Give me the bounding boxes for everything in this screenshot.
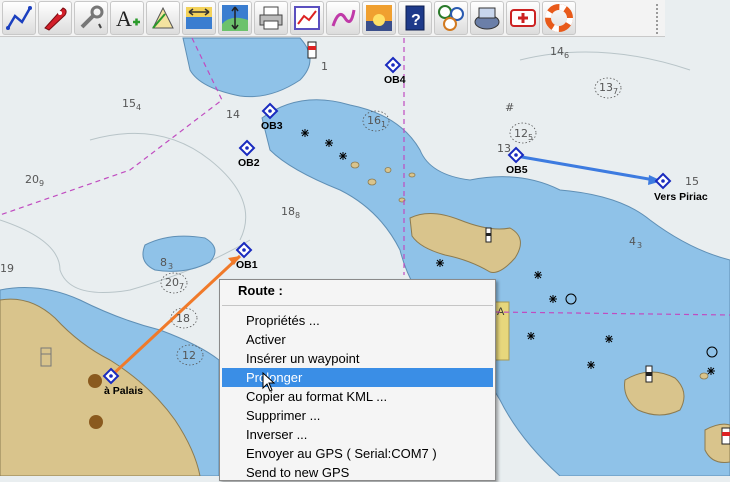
depth-sounding: 7 [613,87,618,96]
waypoint-center-dot [242,248,246,252]
depth-sounding: 19 [0,262,14,275]
route-icon[interactable] [2,1,36,35]
wrench-settings-icon[interactable] [74,1,108,35]
waypoint-center-dot [245,146,249,150]
waypoint-center-dot [661,179,665,183]
chart-graph-icon[interactable] [290,1,324,35]
depth-sounding: 8 [160,256,167,269]
waypoint-label: OB5 [506,164,528,176]
route-context-menu: Route : Propriétés ... Activer Insérer u… [219,279,496,481]
depth-sounding: 3 [637,241,642,250]
zoom-vertical-icon[interactable] [218,1,252,35]
waypoint-center-dot [109,374,113,378]
instruments-icon[interactable] [434,1,468,35]
main-toolbar: A ? [0,0,665,37]
wreck-hash-symbol: # [505,101,514,114]
depth-sounding: 7 [179,282,184,291]
help-book-icon[interactable]: ? [398,1,432,35]
svg-text:A: A [116,6,132,31]
svg-text:?: ? [411,12,421,29]
anchor-point [88,374,102,388]
depth-sounding: 8 [295,211,300,220]
track-draw-icon[interactable] [326,1,360,35]
waypoint-label: OB3 [261,120,283,132]
depth-sounding: 18 [281,205,295,218]
depth-sounding: 4 [136,103,141,112]
depth-sounding: 4 [629,235,636,248]
waypoint-label: OB1 [236,259,258,271]
beacon-icon [645,365,653,383]
context-menu-title: Route : [238,283,283,298]
zoom-horizontal-icon[interactable] [182,1,216,35]
depth-sounding: 18 [176,312,190,325]
lifebuoy-icon[interactable] [542,1,576,35]
depth-sounding: 15 [122,97,136,110]
menu-item-send-gps[interactable]: Envoyer au GPS ( Serial:COM7 ) [220,444,495,463]
menu-separator [222,305,493,306]
beacon-icon [485,227,492,243]
depth-sounding: 3 [168,262,173,271]
depth-sounding: 12 [182,349,196,362]
depth-sounding: 9 [39,179,44,188]
menu-item-reverse[interactable]: Inverser ... [220,425,495,444]
waypoint-label: OB2 [238,157,260,169]
depth-sounding: 14 [550,45,564,58]
menu-item-properties[interactable]: Propriétés ... [220,311,495,330]
boat-icon[interactable] [38,1,72,35]
gps-receiver-icon[interactable] [470,1,504,35]
emergency-icon[interactable] [506,1,540,35]
waypoint-center-dot [514,153,518,157]
sunset-icon[interactable] [362,1,396,35]
depth-sounding: 1 [321,60,328,73]
depth-sounding: 13 [497,142,511,155]
depth-sounding: 16 [367,114,381,127]
depth-sounding: 14 [226,108,240,121]
depth-sounding: 20 [25,173,39,186]
depth-sounding: 6 [564,51,569,60]
waypoint-center-dot [391,63,395,67]
waypoint-label: Vers Piriac [654,191,708,203]
menu-item-activate[interactable]: Activer [220,330,495,349]
lighthouse-icon [307,41,317,59]
depth-sounding: 20 [165,276,179,289]
mouse-cursor-icon [262,372,276,392]
text-annotation-icon[interactable]: A [110,1,144,35]
depth-sounding: 12 [514,127,528,140]
menu-item-insert-waypoint[interactable]: Insérer un waypoint [220,349,495,368]
measure-angle-icon[interactable] [146,1,180,35]
waypoint-center-dot [268,109,272,113]
depth-sounding: 15 [685,175,699,188]
waypoint-label: OB4 [384,74,406,86]
lighthouse-icon [721,427,730,445]
menu-item-delete[interactable]: Supprimer ... [220,406,495,425]
toolbar-grip[interactable] [656,4,664,34]
depth-sounding: 1 [381,120,386,129]
anchor-point [89,415,103,429]
printer-icon[interactable] [254,1,288,35]
menu-item-send-new-gps[interactable]: Send to new GPS [220,463,495,482]
depth-sounding: 5 [528,133,533,142]
depth-sounding: 13 [599,81,613,94]
waypoint-label: à Palais [104,385,143,397]
